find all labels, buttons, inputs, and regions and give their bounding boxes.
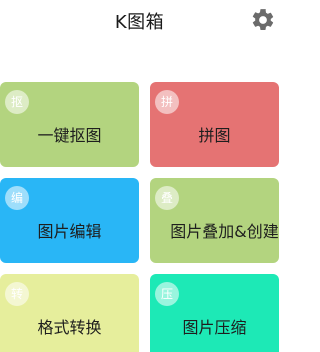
tile-badge: 抠 xyxy=(5,90,29,114)
tile-label: 拼图 xyxy=(198,126,231,145)
tile-badge: 编 xyxy=(5,186,29,210)
tile-overlay-create[interactable]: 叠 图片叠加&创建 xyxy=(150,178,279,263)
tile-image-edit[interactable]: 编 图片编辑 xyxy=(0,178,139,263)
tile-label: 格式转换 xyxy=(37,318,102,337)
tile-label: 一键抠图 xyxy=(37,126,102,145)
settings-button[interactable] xyxy=(250,7,276,33)
tile-collage[interactable]: 拼 拼图 xyxy=(150,82,279,167)
gear-icon xyxy=(252,9,274,30)
top-bar: K图箱 xyxy=(0,0,279,40)
tile-label: 图片压缩 xyxy=(182,318,247,337)
tile-badge: 转 xyxy=(5,282,29,306)
tile-format-convert[interactable]: 转 格式转换 xyxy=(0,274,139,352)
tile-badge: 拼 xyxy=(155,90,179,114)
tile-label: 图片叠加&创建 xyxy=(170,222,279,241)
tile-badge: 压 xyxy=(155,282,179,306)
tile-badge: 叠 xyxy=(155,186,179,210)
app-title: K图箱 xyxy=(114,12,165,33)
tile-cutout[interactable]: 抠 一键抠图 xyxy=(0,82,139,167)
tile-label: 图片编辑 xyxy=(37,222,102,241)
tile-compress[interactable]: 压 图片压缩 xyxy=(150,274,279,352)
